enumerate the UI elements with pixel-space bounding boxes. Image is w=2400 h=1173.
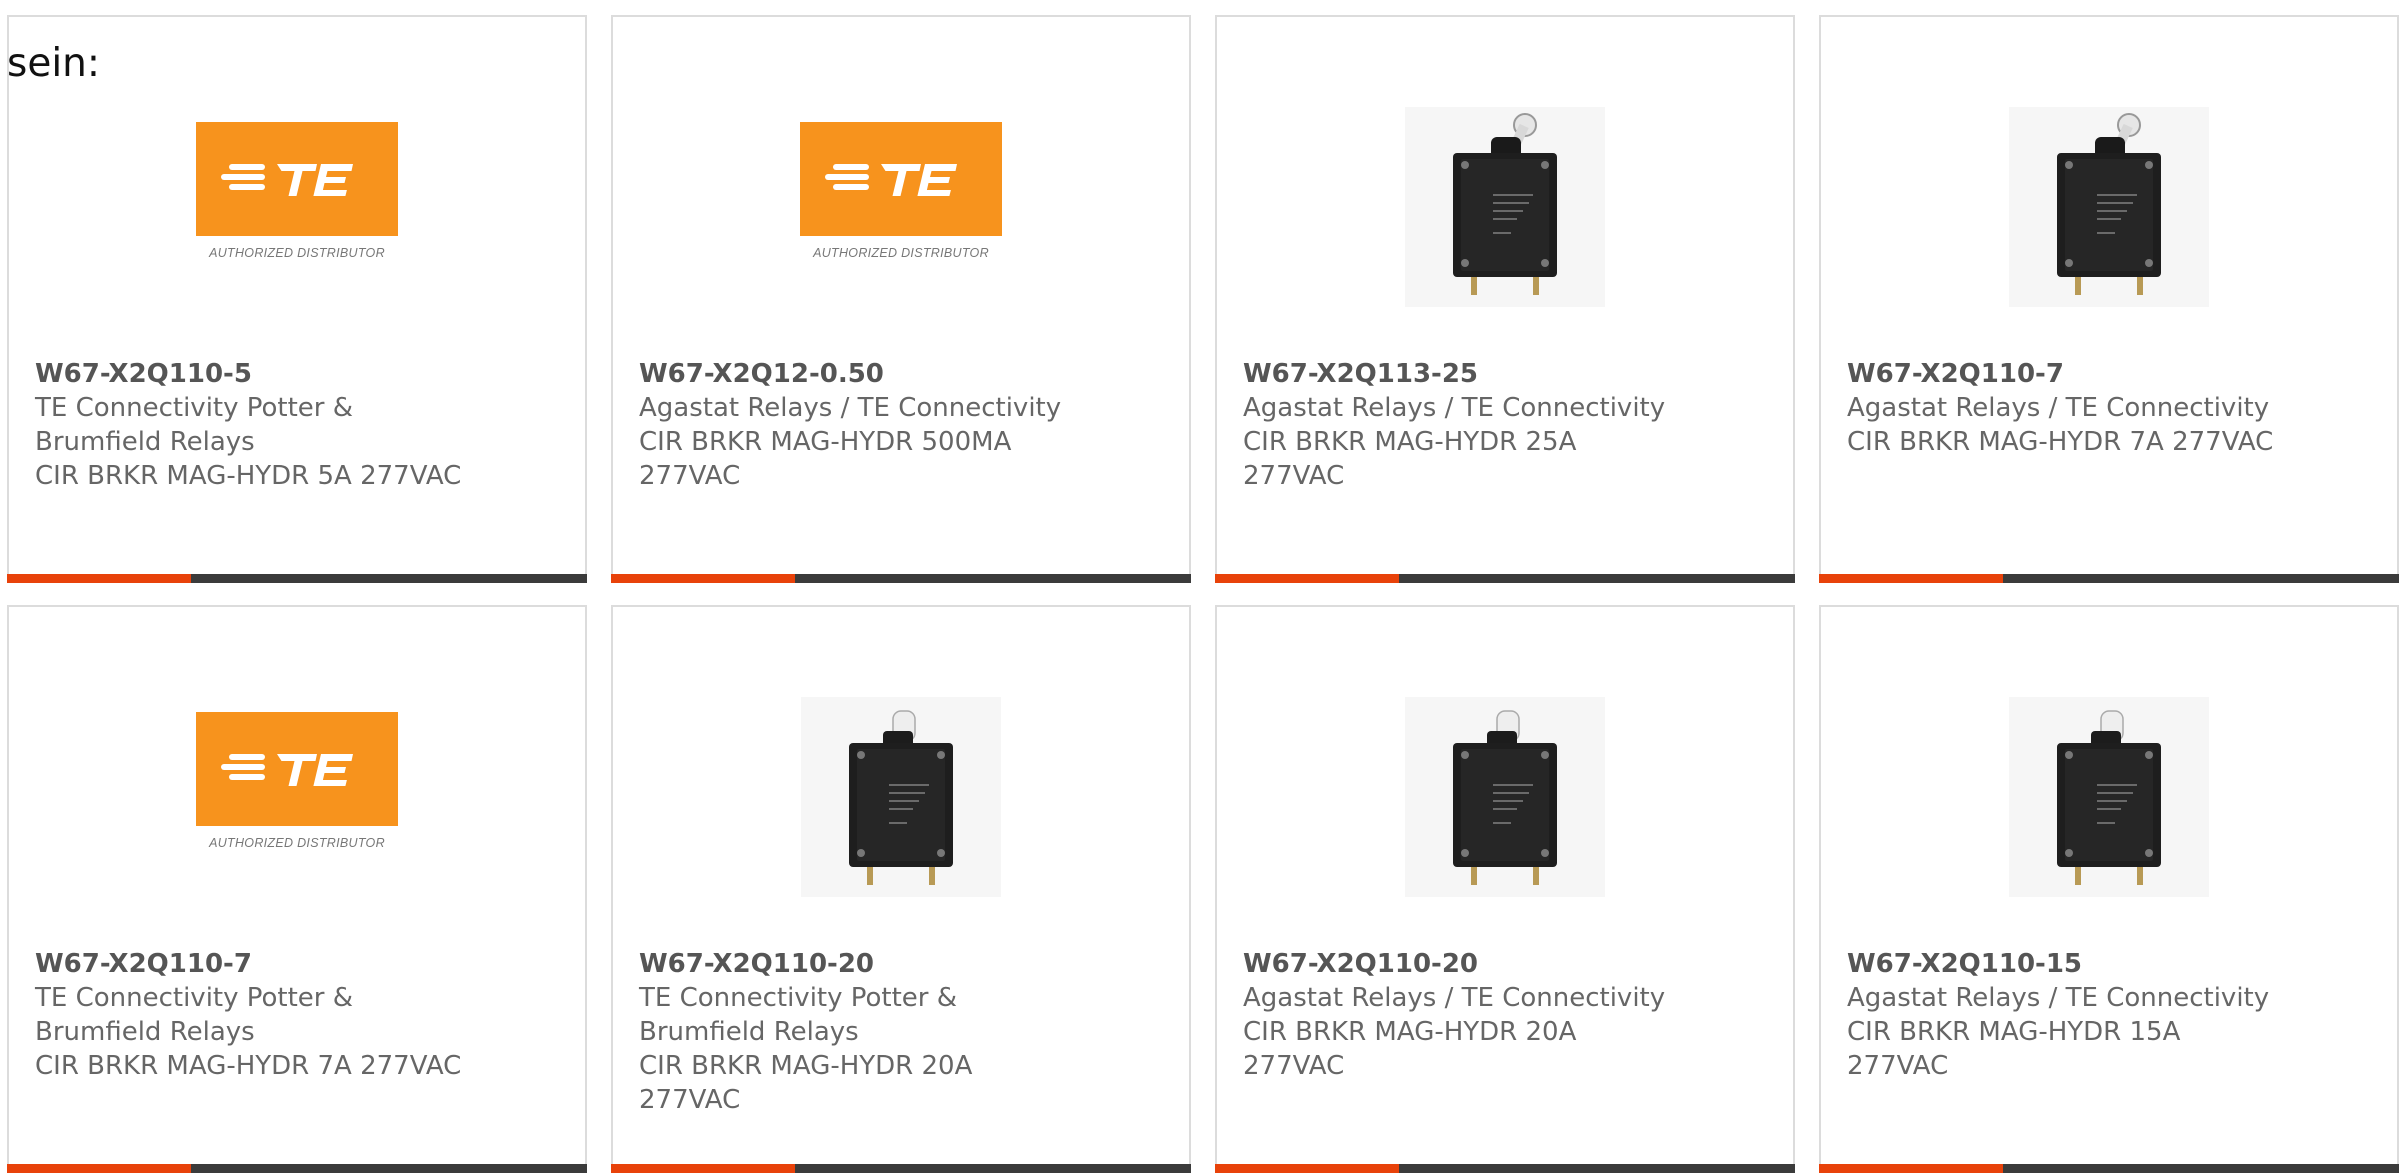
product-card[interactable]: AUTHORIZED DISTRIBUTOR W67-X2Q12-0.50 Aga… [611, 15, 1191, 583]
product-image-circuit-breaker[interactable] [1217, 107, 1793, 307]
product-card[interactable]: W67-X2Q110-20 TE Connectivity Potter & Br… [611, 605, 1191, 1173]
product-manufacturer: TE Connectivity Potter & Brumfield Relay… [35, 393, 354, 457]
product-info: W67-X2Q110-20 Agastat Relays / TE Connect… [1243, 947, 1773, 1083]
te-logo-caption: AUTHORIZED DISTRIBUTOR [813, 246, 989, 260]
product-info: W67-X2Q110-7 TE Connectivity Potter & Bru… [35, 947, 565, 1083]
te-logo: AUTHORIZED DISTRIBUTOR [196, 712, 398, 862]
product-image-te-logo[interactable]: AUTHORIZED DISTRIBUTOR [9, 112, 585, 302]
product-manufacturer: Agastat Relays / TE Connectivity [1847, 983, 2270, 1013]
circuit-breaker-icon [1405, 697, 1605, 897]
product-part-number[interactable]: W67-X2Q110-20 [1243, 947, 1773, 981]
lead-text: sein: [7, 41, 101, 86]
product-image-te-logo[interactable]: AUTHORIZED DISTRIBUTOR [613, 112, 1189, 302]
card-bottom-bar [611, 574, 1191, 583]
card-bottom-bar [1215, 574, 1795, 583]
te-logo-box [800, 122, 1002, 236]
product-description: CIR BRKR MAG-HYDR 7A 277VAC [1847, 427, 2274, 457]
product-manufacturer: TE Connectivity Potter & Brumfield Relay… [35, 983, 354, 1047]
product-card[interactable]: W67-X2Q113-25 Agastat Relays / TE Connect… [1215, 15, 1795, 583]
te-wordmark-icon [221, 164, 353, 196]
product-part-number[interactable]: W67-X2Q110-5 [35, 357, 565, 391]
product-info: W67-X2Q110-20 TE Connectivity Potter & Br… [639, 947, 1169, 1117]
card-bottom-bar [7, 574, 587, 583]
product-card[interactable]: W67-X2Q110-20 Agastat Relays / TE Connect… [1215, 605, 1795, 1173]
card-bar-accent [1215, 1164, 1399, 1173]
circuit-breaker-icon [2009, 107, 2209, 307]
product-info: W67-X2Q110-5 TE Connectivity Potter & Bru… [35, 357, 565, 493]
product-info: W67-X2Q110-7 Agastat Relays / TE Connecti… [1847, 357, 2377, 459]
product-description: CIR BRKR MAG-HYDR 15A 277VAC [1847, 1017, 2181, 1081]
card-bottom-bar [1819, 574, 2399, 583]
product-card[interactable]: AUTHORIZED DISTRIBUTOR W67-X2Q110-5 TE Co… [7, 15, 587, 583]
product-description: CIR BRKR MAG-HYDR 25A 277VAC [1243, 427, 1577, 491]
card-bar-accent [1819, 1164, 2003, 1173]
card-bar-accent [611, 1164, 795, 1173]
te-logo-caption: AUTHORIZED DISTRIBUTOR [209, 836, 385, 850]
product-part-number[interactable]: W67-X2Q110-7 [35, 947, 565, 981]
card-bar-accent [1215, 574, 1399, 583]
product-description: CIR BRKR MAG-HYDR 7A 277VAC [35, 1051, 462, 1081]
product-manufacturer: Agastat Relays / TE Connectivity [1847, 393, 2270, 423]
card-bar-accent [7, 1164, 191, 1173]
product-info: W67-X2Q12-0.50 Agastat Relays / TE Connec… [639, 357, 1169, 493]
product-image-te-logo[interactable]: AUTHORIZED DISTRIBUTOR [9, 702, 585, 892]
te-wordmark-icon [825, 164, 957, 196]
product-manufacturer: Agastat Relays / TE Connectivity [639, 393, 1062, 423]
product-image-circuit-breaker[interactable] [1821, 107, 2397, 307]
te-logo-box [196, 122, 398, 236]
card-bottom-bar [1819, 1164, 2399, 1173]
product-manufacturer: TE Connectivity Potter & Brumfield Relay… [639, 983, 958, 1047]
product-info: W67-X2Q110-15 Agastat Relays / TE Connect… [1847, 947, 2377, 1083]
product-card[interactable]: AUTHORIZED DISTRIBUTOR W67-X2Q110-7 TE Co… [7, 605, 587, 1173]
product-description: CIR BRKR MAG-HYDR 20A 277VAC [1243, 1017, 1577, 1081]
product-part-number[interactable]: W67-X2Q110-7 [1847, 357, 2377, 391]
circuit-breaker-icon [801, 697, 1001, 897]
product-info: W67-X2Q113-25 Agastat Relays / TE Connect… [1243, 357, 1773, 493]
te-logo: AUTHORIZED DISTRIBUTOR [800, 122, 1002, 272]
page: sein: AUTHORIZED DISTRIBUTOR W67-X2Q110-… [0, 0, 2400, 1173]
card-bottom-bar [7, 1164, 587, 1173]
card-bottom-bar [611, 1164, 1191, 1173]
product-grid: AUTHORIZED DISTRIBUTOR W67-X2Q110-5 TE Co… [7, 15, 2400, 1173]
card-bar-accent [1819, 574, 2003, 583]
circuit-breaker-icon [1405, 107, 1605, 307]
circuit-breaker-icon [2009, 697, 2209, 897]
product-description: CIR BRKR MAG-HYDR 500MA 277VAC [639, 427, 1012, 491]
te-wordmark-icon [221, 754, 353, 786]
te-logo-caption: AUTHORIZED DISTRIBUTOR [209, 246, 385, 260]
product-image-circuit-breaker[interactable] [1821, 697, 2397, 897]
product-card[interactable]: W67-X2Q110-15 Agastat Relays / TE Connect… [1819, 605, 2399, 1173]
product-description: CIR BRKR MAG-HYDR 20A 277VAC [639, 1051, 973, 1115]
product-part-number[interactable]: W67-X2Q110-15 [1847, 947, 2377, 981]
product-manufacturer: Agastat Relays / TE Connectivity [1243, 393, 1666, 423]
te-logo-box [196, 712, 398, 826]
card-bar-accent [611, 574, 795, 583]
product-part-number[interactable]: W67-X2Q12-0.50 [639, 357, 1169, 391]
te-logo: AUTHORIZED DISTRIBUTOR [196, 122, 398, 272]
card-bottom-bar [1215, 1164, 1795, 1173]
product-image-circuit-breaker[interactable] [1217, 697, 1793, 897]
product-part-number[interactable]: W67-X2Q110-20 [639, 947, 1169, 981]
product-card[interactable]: W67-X2Q110-7 Agastat Relays / TE Connecti… [1819, 15, 2399, 583]
card-bar-accent [7, 574, 191, 583]
product-image-circuit-breaker[interactable] [613, 697, 1189, 897]
product-manufacturer: Agastat Relays / TE Connectivity [1243, 983, 1666, 1013]
product-part-number[interactable]: W67-X2Q113-25 [1243, 357, 1773, 391]
product-description: CIR BRKR MAG-HYDR 5A 277VAC [35, 461, 462, 491]
